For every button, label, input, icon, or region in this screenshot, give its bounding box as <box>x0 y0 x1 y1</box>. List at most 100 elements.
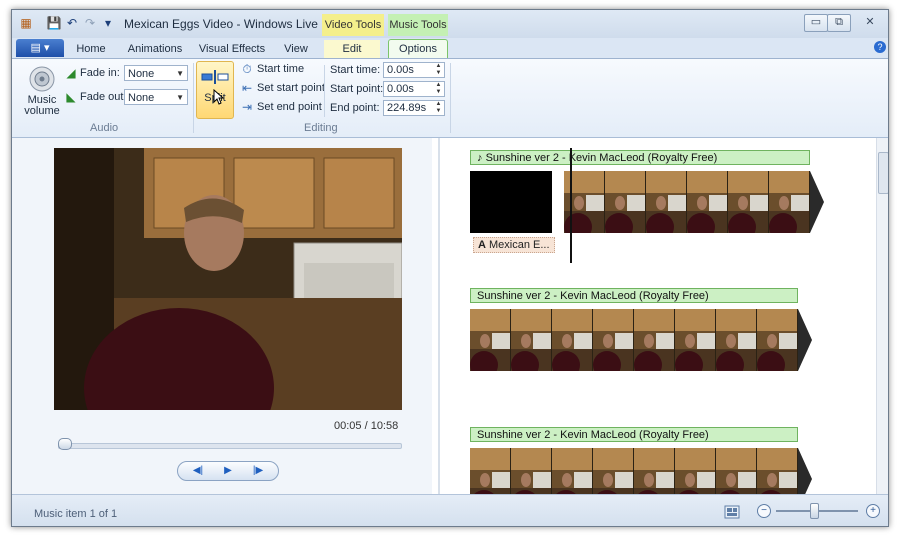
audio-group-label: Audio <box>90 122 119 134</box>
storyboard: ♪ Sunshine ver 2 - Kevin MacLeod (Royalt… <box>442 138 872 494</box>
caption-label: Mexican E... <box>489 239 550 251</box>
music-item[interactable]: Sunshine ver 2 - Kevin MacLeod (Royalty … <box>470 427 798 442</box>
music-item-label: Sunshine ver 2 - Kevin MacLeod (Royalty … <box>477 290 709 302</box>
clip-frame-thumbnail <box>769 171 809 233</box>
help-icon[interactable]: ? <box>874 41 886 53</box>
main-content: 00:05 / 10:58 ◀| ▶ |▶ ♪ Sunshine ver 2 -… <box>12 138 888 494</box>
close-button[interactable]: ✕ <box>858 14 882 32</box>
start-point-value: 0.00s <box>387 83 414 95</box>
split-button[interactable]: Split <box>196 61 234 119</box>
clip-frame-thumbnail <box>757 448 797 494</box>
app-window: ▦ 💾 ↶ ↷ ▾ Mexican Eggs Video - Windows L… <box>11 9 889 527</box>
start-point-field[interactable]: 0.00s ▲ ▼ <box>383 81 445 97</box>
spinner-arrows-icon[interactable]: ▲ ▼ <box>433 101 444 115</box>
set-end-point-button[interactable]: Set end point <box>257 101 322 113</box>
tab-edit[interactable]: Edit <box>324 40 380 58</box>
set-start-point-button[interactable]: Set start point <box>257 82 325 94</box>
start-time-field[interactable]: 0.00s ▲ ▼ <box>383 62 445 78</box>
clip-frame-thumbnail <box>675 309 715 371</box>
music-item-label: Sunshine ver 2 - Kevin MacLeod (Royalty … <box>485 152 718 164</box>
clip-frame-thumbnail <box>593 448 633 494</box>
file-menu-button[interactable]: ▤ ▾ <box>16 39 64 57</box>
music-volume-label: Music volume <box>24 94 60 117</box>
customize-quick-access-icon[interactable]: ▾ <box>100 15 116 31</box>
scrollbar-thumb[interactable] <box>878 152 888 194</box>
restore-button[interactable]: ⧉ <box>827 14 851 32</box>
tab-home[interactable]: Home <box>68 40 114 58</box>
start-time-value: 0.00s <box>387 64 414 76</box>
tab-animations[interactable]: Animations <box>120 40 190 58</box>
spinner-arrows-icon[interactable]: ▲ ▼ <box>433 82 444 96</box>
preview-pane: 00:05 / 10:58 ◀| ▶ |▶ <box>12 138 432 494</box>
clip-continue-arrow <box>798 309 812 371</box>
zoom-in-button[interactable]: + <box>866 504 880 518</box>
clip-frame-thumbnail <box>728 171 768 233</box>
end-point-field[interactable]: 224.89s ▲ ▼ <box>383 100 445 116</box>
chevron-down-icon: ▼ <box>176 69 184 78</box>
clip-frame-thumbnail <box>470 448 510 494</box>
status-text: Music item 1 of 1 <box>34 508 118 520</box>
caption-item[interactable]: A Mexican E... <box>473 237 555 253</box>
video-clip[interactable] <box>470 448 798 494</box>
set-end-point-icon: ⇥ <box>241 100 253 114</box>
black-title-clip[interactable] <box>470 171 552 233</box>
clip-frame-thumbnail <box>716 309 756 371</box>
start-time-button[interactable]: Start time <box>257 63 304 75</box>
undo-icon[interactable]: ↶ <box>64 15 80 31</box>
clip-frame-thumbnail <box>511 309 551 371</box>
mouse-cursor-icon <box>213 89 225 105</box>
tab-options[interactable]: Options <box>388 39 448 58</box>
seek-bar[interactable] <box>58 443 402 449</box>
storyboard-scrollbar[interactable] <box>876 138 888 494</box>
text-a-icon: A <box>478 239 486 251</box>
fade-out-icon: ◣ <box>66 90 76 104</box>
video-clip[interactable] <box>564 171 810 233</box>
redo-icon[interactable]: ↷ <box>82 15 98 31</box>
video-clip[interactable] <box>470 309 798 371</box>
fade-in-icon: ◢ <box>66 66 76 80</box>
group-separator <box>324 65 325 117</box>
clip-frame-thumbnail <box>552 309 592 371</box>
clip-frame-thumbnail <box>687 171 727 233</box>
playhead[interactable] <box>570 148 572 263</box>
fade-in-dropdown[interactable]: None ▼ <box>124 65 188 81</box>
clip-continue-arrow <box>798 448 812 494</box>
playback-controls: ◀| ▶ |▶ <box>177 461 279 481</box>
zoom-out-button[interactable]: − <box>757 504 771 518</box>
app-icon[interactable]: ▦ <box>18 15 34 31</box>
clip-frame-thumbnail <box>511 448 551 494</box>
editing-group-label: Editing <box>304 122 338 134</box>
end-point-value: 224.89s <box>387 102 427 114</box>
next-frame-button[interactable]: |▶ <box>244 463 272 479</box>
save-icon[interactable]: 💾 <box>46 15 62 31</box>
clip-continue-arrow <box>810 171 824 233</box>
clip-frame-thumbnail <box>470 309 510 371</box>
clip-frame-thumbnail <box>675 448 715 494</box>
music-item[interactable]: ♪ Sunshine ver 2 - Kevin MacLeod (Royalt… <box>470 150 810 165</box>
seek-thumb[interactable] <box>57 438 72 450</box>
zoom-slider-thumb[interactable] <box>810 503 820 519</box>
fade-out-dropdown[interactable]: None ▼ <box>124 89 188 105</box>
thumbnail-size-icon[interactable] <box>724 505 740 519</box>
video-preview[interactable] <box>54 148 402 410</box>
pane-divider[interactable] <box>438 138 440 494</box>
video-frame-image <box>54 148 402 410</box>
music-item[interactable]: Sunshine ver 2 - Kevin MacLeod (Royalty … <box>470 288 798 303</box>
tab-view[interactable]: View <box>274 40 318 58</box>
tab-visual-effects[interactable]: Visual Effects <box>196 40 268 58</box>
end-point-label: End point: <box>330 102 380 114</box>
spinner-arrows-icon[interactable]: ▲ ▼ <box>433 63 444 77</box>
minimize-button[interactable]: ▭ <box>804 14 828 32</box>
fade-out-label: Fade out: <box>80 91 127 103</box>
music-volume-button[interactable]: Music volume <box>20 63 64 119</box>
start-time-label: Start time: <box>330 64 381 76</box>
clip-frame-thumbnail <box>757 309 797 371</box>
clip-frame-thumbnail <box>552 448 592 494</box>
previous-frame-button[interactable]: ◀| <box>184 463 212 479</box>
play-button[interactable]: ▶ <box>214 463 242 479</box>
clip-frame-thumbnail <box>716 448 756 494</box>
clip-frame-thumbnail <box>646 171 686 233</box>
split-icon <box>201 70 229 84</box>
group-separator <box>450 63 451 133</box>
music-item-label: Sunshine ver 2 - Kevin MacLeod (Royalty … <box>477 429 709 441</box>
